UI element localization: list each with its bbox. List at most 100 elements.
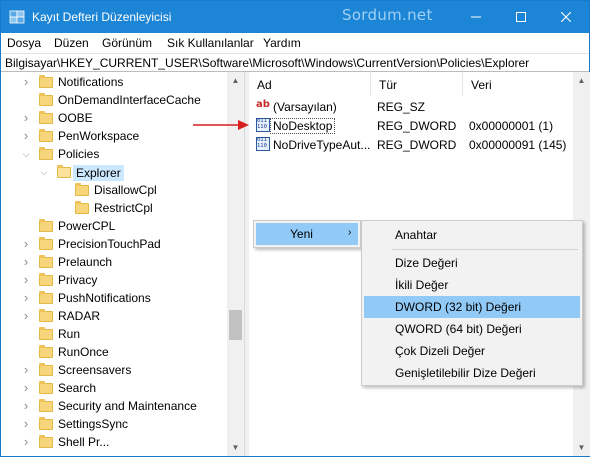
expand-chevron-icon[interactable]: › bbox=[21, 381, 31, 394]
scroll-up-arrow-icon[interactable]: ▲ bbox=[227, 72, 244, 89]
expand-chevron-icon[interactable]: › bbox=[21, 309, 31, 322]
tree-item[interactable]: ⌵ Explorer bbox=[1, 163, 227, 181]
submenu-item-dword[interactable]: DWORD (32 bit) Değeri bbox=[364, 296, 580, 318]
submenu-item-label: Genişletilebilir Dize Değeri bbox=[395, 366, 536, 380]
folder-icon bbox=[39, 147, 53, 160]
tree-item[interactable]: › Shell Pr... bbox=[1, 433, 227, 451]
value-row[interactable]: NoDriveTypeAut... REG_DWORD 0x00000091 (… bbox=[249, 135, 573, 154]
menu-bar: Dosya Düzen Görünüm Sık Kullanılanlar Ya… bbox=[1, 33, 589, 53]
expand-chevron-icon[interactable]: › bbox=[21, 237, 31, 250]
folder-icon bbox=[39, 237, 53, 250]
collapse-chevron-icon[interactable]: ⌵ bbox=[39, 167, 49, 177]
maximize-button[interactable] bbox=[498, 1, 543, 33]
column-header-name[interactable]: Ad bbox=[249, 72, 371, 96]
string-value-icon: ab bbox=[256, 99, 270, 110]
tree-item[interactable]: RunOnce bbox=[1, 343, 227, 361]
tree-item[interactable]: OnDemandInterfaceCache bbox=[1, 91, 227, 109]
scroll-up-arrow-icon[interactable]: ▲ bbox=[573, 72, 590, 89]
tree-item-label: Policies bbox=[58, 147, 100, 161]
tree-item[interactable]: PowerCPL bbox=[1, 217, 227, 235]
folder-icon bbox=[57, 165, 71, 178]
value-type: REG_SZ bbox=[377, 100, 426, 114]
value-data: 0x00000001 (1) bbox=[469, 119, 554, 133]
tree-item-label: Screensavers bbox=[58, 363, 132, 377]
address-bar[interactable]: Bilgisayar\HKEY_CURRENT_USER\Software\Mi… bbox=[1, 53, 589, 72]
value-row[interactable]: ab (Varsayılan) REG_SZ bbox=[249, 97, 573, 116]
value-row[interactable]: NoDesktop REG_DWORD 0x00000001 (1) bbox=[249, 116, 573, 135]
folder-icon bbox=[39, 255, 53, 268]
dword-value-icon bbox=[256, 118, 270, 132]
submenu-item-qword[interactable]: QWORD (64 bit) Değeri bbox=[364, 318, 580, 340]
expand-chevron-icon[interactable]: › bbox=[21, 75, 31, 88]
scroll-down-arrow-icon[interactable]: ▼ bbox=[573, 439, 590, 456]
tree-item[interactable]: RestrictCpl bbox=[1, 199, 227, 217]
tree-item-label: PowerCPL bbox=[58, 219, 116, 233]
tree-item[interactable]: › PushNotifications bbox=[1, 289, 227, 307]
menu-yardim[interactable]: Yardım bbox=[263, 36, 301, 50]
submenu-item-label: DWORD (32 bit) Değeri bbox=[395, 300, 522, 314]
submenu-item-key[interactable]: Anahtar bbox=[364, 224, 580, 246]
menu-item-new[interactable]: Yeni › bbox=[256, 223, 358, 245]
tree-item[interactable]: › Privacy bbox=[1, 271, 227, 289]
tree-item[interactable]: › SettingsSync bbox=[1, 415, 227, 433]
tree-item[interactable]: › Security and Maintenance bbox=[1, 397, 227, 415]
submenu-item-string[interactable]: Dize Değeri bbox=[364, 252, 580, 274]
expand-chevron-icon[interactable]: › bbox=[21, 363, 31, 376]
folder-icon bbox=[39, 273, 53, 286]
expand-chevron-icon[interactable]: › bbox=[21, 255, 31, 268]
tree-item-label: Privacy bbox=[58, 273, 98, 287]
close-icon bbox=[560, 12, 571, 22]
collapse-chevron-icon[interactable]: ⌵ bbox=[21, 149, 31, 159]
tree-item[interactable]: DisallowCpl bbox=[1, 181, 227, 199]
tree-item[interactable]: › Prelaunch bbox=[1, 253, 227, 271]
submenu-item-expandable-string[interactable]: Genişletilebilir Dize Değeri bbox=[364, 362, 580, 384]
menu-gorunum[interactable]: Görünüm bbox=[102, 36, 152, 50]
column-header-type[interactable]: Tür bbox=[371, 72, 463, 96]
dword-value-icon bbox=[256, 137, 270, 151]
close-button[interactable] bbox=[543, 1, 588, 33]
value-name-wrap: NoDesktop bbox=[270, 118, 336, 134]
value-type: REG_DWORD bbox=[377, 119, 457, 133]
folder-icon bbox=[39, 345, 53, 358]
window-title: Kayıt Defteri Düzenleyicisi bbox=[32, 10, 172, 24]
title-bar: Kayıt Defteri Düzenleyicisi Sordum.net bbox=[1, 1, 589, 33]
tree-item-label: Explorer bbox=[73, 165, 124, 181]
submenu-item-binary[interactable]: İkili Değer bbox=[364, 274, 580, 296]
folder-icon bbox=[75, 201, 89, 214]
expand-chevron-icon[interactable]: › bbox=[21, 417, 31, 430]
tree-item[interactable]: Run bbox=[1, 325, 227, 343]
scroll-down-arrow-icon[interactable]: ▼ bbox=[227, 439, 244, 456]
expand-chevron-icon[interactable]: › bbox=[21, 111, 31, 124]
submenu-item-label: Dize Değeri bbox=[395, 256, 458, 270]
tree-item-label: RADAR bbox=[58, 309, 101, 323]
submenu-item-multi-string[interactable]: Çok Dizeli Değer bbox=[364, 340, 580, 362]
minimize-icon bbox=[470, 16, 481, 18]
tree-item-label: OnDemandInterfaceCache bbox=[58, 93, 201, 107]
maximize-icon bbox=[515, 12, 526, 22]
context-menu: Yeni › bbox=[253, 220, 361, 248]
expand-chevron-icon[interactable]: › bbox=[21, 291, 31, 304]
tree-item[interactable]: ⌵ Policies bbox=[1, 145, 227, 163]
folder-icon bbox=[39, 417, 53, 430]
expand-chevron-icon[interactable]: › bbox=[21, 273, 31, 286]
expand-chevron-icon[interactable]: › bbox=[21, 435, 31, 448]
value-name: NoDesktop bbox=[270, 118, 336, 134]
folder-icon bbox=[39, 309, 53, 322]
menu-duzen[interactable]: Düzen bbox=[54, 36, 89, 50]
tree-item[interactable]: › Screensavers bbox=[1, 361, 227, 379]
tree-item[interactable]: › RADAR bbox=[1, 307, 227, 325]
menu-sik-kullanilanlar[interactable]: Sık Kullanılanlar bbox=[167, 36, 254, 50]
menu-dosya[interactable]: Dosya bbox=[7, 36, 41, 50]
expand-chevron-icon[interactable]: › bbox=[21, 129, 31, 142]
tree-item[interactable]: › Search bbox=[1, 379, 227, 397]
tree-item-label: Run bbox=[58, 327, 81, 341]
tree-item-label: RunOnce bbox=[58, 345, 109, 359]
tree-item[interactable]: › Notifications bbox=[1, 73, 227, 91]
minimize-button[interactable] bbox=[453, 1, 498, 33]
tree-scroll-thumb[interactable] bbox=[229, 310, 242, 340]
expand-chevron-icon[interactable]: › bbox=[21, 399, 31, 412]
tree-item[interactable]: › PrecisionTouchPad bbox=[1, 235, 227, 253]
column-header-data[interactable]: Veri bbox=[463, 72, 573, 96]
tree-item-label: PrecisionTouchPad bbox=[58, 237, 161, 251]
tree-item-label: PenWorkspace bbox=[58, 129, 140, 143]
